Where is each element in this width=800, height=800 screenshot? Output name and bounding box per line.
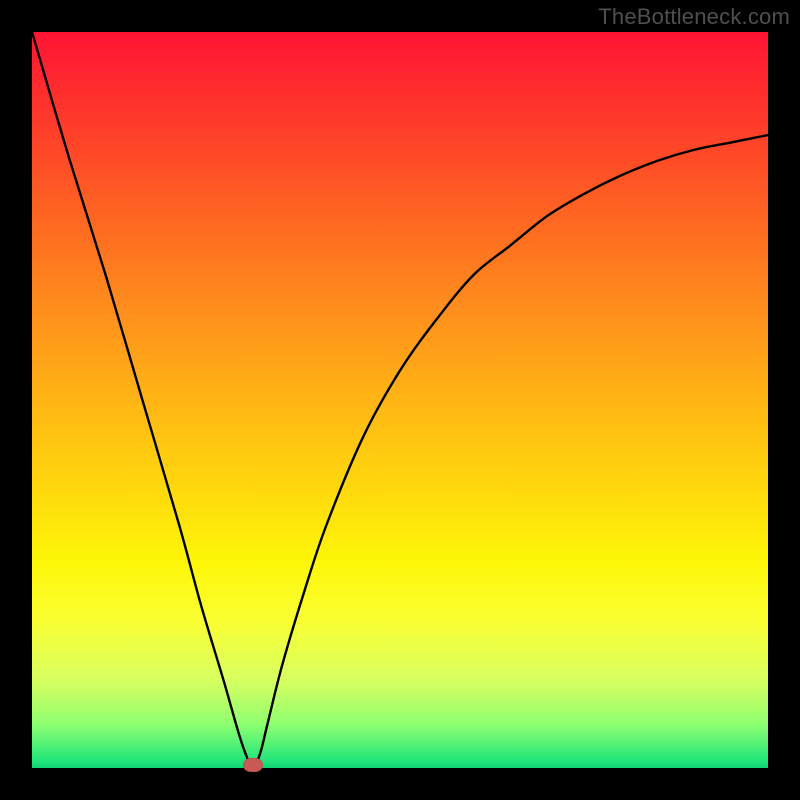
watermark-text: TheBottleneck.com: [598, 4, 790, 30]
optimal-point-marker: [243, 758, 263, 772]
chart-frame: TheBottleneck.com: [0, 0, 800, 800]
chart-plot-area: [32, 32, 768, 768]
bottleneck-curve: [32, 32, 768, 768]
